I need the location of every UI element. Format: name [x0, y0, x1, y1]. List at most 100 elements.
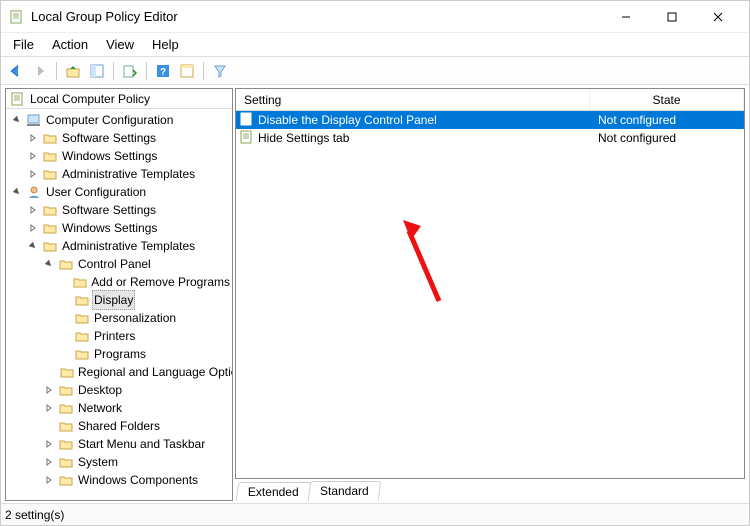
toolbar-separator: [113, 62, 114, 80]
menu-file[interactable]: File: [5, 35, 42, 54]
help-button[interactable]: ?: [152, 60, 174, 82]
svg-text:?: ?: [160, 67, 166, 78]
tree-node-control-panel[interactable]: Control Panel: [8, 255, 232, 273]
expand-icon[interactable]: [42, 455, 56, 469]
folder-icon: [74, 292, 90, 308]
tree-node-label[interactable]: Shared Folders: [76, 417, 162, 435]
tree-node-cc-software[interactable]: Software Settings: [8, 129, 232, 147]
tree-node-label[interactable]: User Configuration: [44, 183, 148, 201]
tree-node-programs[interactable]: Programs: [8, 345, 232, 363]
folder-icon: [42, 166, 58, 182]
tree-node-label[interactable]: Computer Configuration: [44, 111, 175, 129]
tree-node-user-configuration[interactable]: User Configuration: [8, 183, 232, 201]
tree-node-label[interactable]: Printers: [92, 327, 137, 345]
tree-node-regional[interactable]: Regional and Language Options: [8, 363, 232, 381]
expand-icon[interactable]: [42, 401, 56, 415]
tree-node-cc-windows[interactable]: Windows Settings: [8, 147, 232, 165]
tree-node-start-menu[interactable]: Start Menu and Taskbar: [8, 435, 232, 453]
collapse-icon[interactable]: [42, 257, 56, 271]
tree-node-cc-admintemplates[interactable]: Administrative Templates: [8, 165, 232, 183]
tree-node-personalization[interactable]: Personalization: [8, 309, 232, 327]
tree-node-label[interactable]: Windows Settings: [60, 147, 159, 165]
list-row[interactable]: Hide Settings tab Not configured: [236, 129, 744, 147]
tree-node-label[interactable]: Administrative Templates: [60, 165, 197, 183]
tree-node-network[interactable]: Network: [8, 399, 232, 417]
expand-icon[interactable]: [26, 221, 40, 235]
tree-node-desktop[interactable]: Desktop: [8, 381, 232, 399]
expand-icon[interactable]: [26, 149, 40, 163]
status-text: 2 setting(s): [5, 508, 64, 522]
expand-icon[interactable]: [42, 473, 56, 487]
tree-node-windows-components[interactable]: Windows Components: [8, 471, 232, 489]
forward-button[interactable]: [29, 60, 51, 82]
tree-node-uc-admintemplates[interactable]: Administrative Templates: [8, 237, 232, 255]
tree-node-label[interactable]: Add or Remove Programs: [89, 273, 232, 291]
tree-node-display[interactable]: Display: [8, 291, 232, 309]
tree-node-label[interactable]: Windows Components: [76, 471, 200, 489]
folder-icon: [42, 202, 58, 218]
tree-root-label[interactable]: Local Computer Policy: [30, 92, 150, 106]
minimize-button[interactable]: [603, 2, 649, 32]
expand-icon[interactable]: [26, 167, 40, 181]
tree-node-label[interactable]: Personalization: [92, 309, 178, 327]
properties-button[interactable]: [176, 60, 198, 82]
tree-node-system[interactable]: System: [8, 453, 232, 471]
statusbar: 2 setting(s): [1, 503, 749, 525]
folder-icon: [58, 436, 74, 452]
close-button[interactable]: [695, 2, 741, 32]
tree-node-label[interactable]: Display: [92, 290, 135, 310]
list-row[interactable]: Disable the Display Control PanelNot con…: [236, 111, 744, 129]
list-row-setting: Disable the Display Control Panel: [258, 113, 437, 127]
tree-node-label[interactable]: Windows Settings: [60, 219, 159, 237]
tree-node-printers[interactable]: Printers: [8, 327, 232, 345]
tree-node-label[interactable]: Programs: [92, 345, 148, 363]
expand-icon[interactable]: [26, 203, 40, 217]
tree-header: Local Computer Policy: [6, 89, 232, 109]
tree-node-shared-folders[interactable]: Shared Folders: [8, 417, 232, 435]
column-header-state[interactable]: State: [590, 89, 744, 110]
up-button[interactable]: [62, 60, 84, 82]
folder-icon: [42, 130, 58, 146]
back-button[interactable]: [5, 60, 27, 82]
filter-button[interactable]: [209, 60, 231, 82]
tree-node-computer-configuration[interactable]: Computer Configuration: [8, 111, 232, 129]
expand-icon[interactable]: [10, 113, 24, 127]
folder-icon: [58, 256, 74, 272]
column-header-setting[interactable]: Setting: [236, 89, 590, 110]
list-row-setting: Hide Settings tab: [258, 131, 349, 145]
policy-icon: [10, 91, 26, 107]
expand-icon[interactable]: [42, 383, 56, 397]
window-title: Local Group Policy Editor: [31, 9, 603, 24]
expand-icon[interactable]: [26, 131, 40, 145]
titlebar: Local Group Policy Editor: [1, 1, 749, 33]
menu-view[interactable]: View: [98, 35, 142, 54]
collapse-icon[interactable]: [26, 239, 40, 253]
menu-help[interactable]: Help: [144, 35, 187, 54]
tab-extended[interactable]: Extended: [236, 482, 311, 501]
expand-icon[interactable]: [42, 437, 56, 451]
tree-node-label[interactable]: Control Panel: [76, 255, 153, 273]
export-list-button[interactable]: [119, 60, 141, 82]
tree-pane[interactable]: Local Computer Policy Computer Configura…: [5, 88, 233, 501]
collapse-icon[interactable]: [10, 185, 24, 199]
menu-action[interactable]: Action: [44, 35, 96, 54]
tree-node-label[interactable]: Network: [76, 399, 124, 417]
tree-node-uc-software[interactable]: Software Settings: [8, 201, 232, 219]
tree-node-label[interactable]: Software Settings: [60, 129, 158, 147]
folder-icon: [58, 418, 74, 434]
toolbar-separator: [203, 62, 204, 80]
tree-node-label[interactable]: Start Menu and Taskbar: [76, 435, 207, 453]
tree-node-label[interactable]: Regional and Language Options: [76, 363, 233, 381]
tree-node-add-remove[interactable]: Add or Remove Programs: [8, 273, 232, 291]
tree-node-label[interactable]: Administrative Templates: [60, 237, 197, 255]
tree-node-label[interactable]: Software Settings: [60, 201, 158, 219]
list-row-state: Not configured: [590, 131, 744, 145]
tab-standard[interactable]: Standard: [307, 481, 381, 501]
settings-list[interactable]: Setting State Disable the Display Contro…: [235, 88, 745, 479]
folder-icon: [74, 328, 90, 344]
show-hide-tree-button[interactable]: [86, 60, 108, 82]
tree-node-label[interactable]: System: [76, 453, 120, 471]
tree-node-label[interactable]: Desktop: [76, 381, 124, 399]
maximize-button[interactable]: [649, 2, 695, 32]
tree-node-uc-windows[interactable]: Windows Settings: [8, 219, 232, 237]
